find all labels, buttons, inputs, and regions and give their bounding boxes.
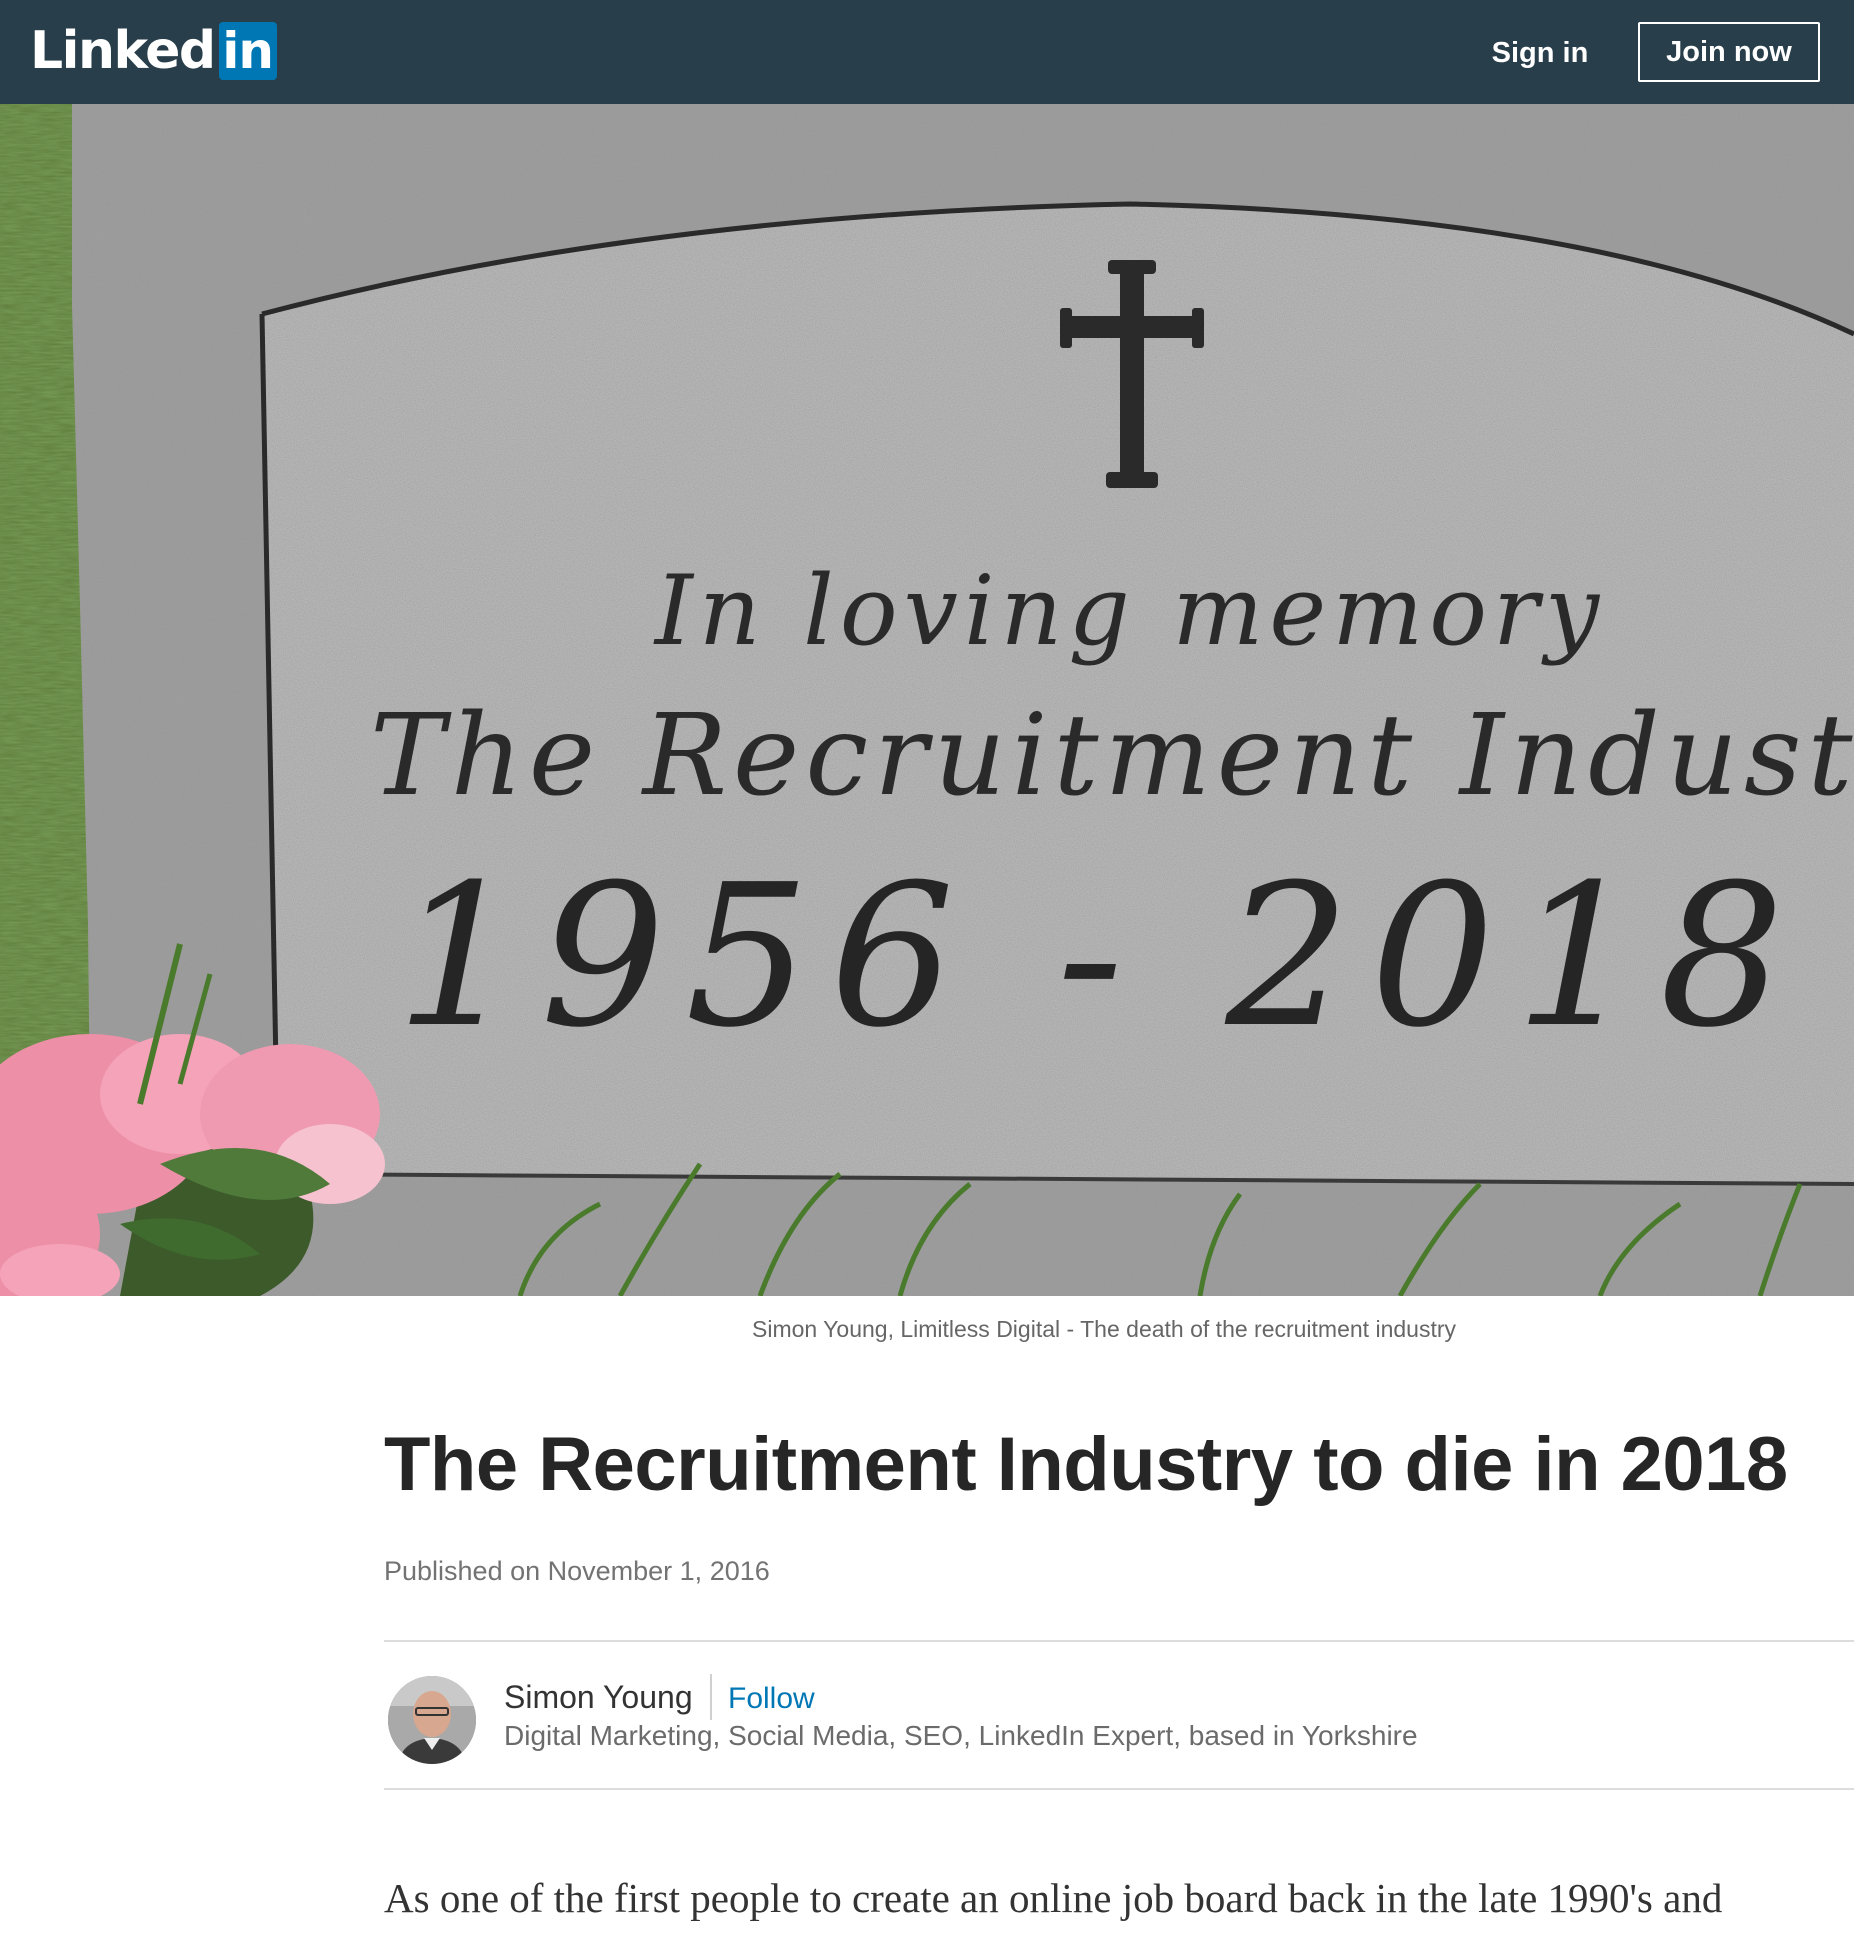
article-cover-image: In loving memory The Recruitment Industr…	[0, 104, 1854, 1296]
sign-in-link[interactable]: Sign in	[1480, 28, 1600, 78]
inscription-line-1: In loving memory	[653, 555, 1605, 667]
inscription-years: 1956 - 2018	[396, 843, 1804, 1071]
author-name[interactable]: Simon Young	[504, 1676, 693, 1718]
logo-wordmark: Linked	[30, 21, 216, 81]
author-headline: Digital Marketing, Social Media, SEO, Li…	[504, 1720, 1418, 1751]
image-caption: Simon Young, Limitless Digital - The dea…	[752, 1316, 1456, 1342]
logo-in-box: in	[218, 22, 277, 80]
follow-button[interactable]: Follow	[728, 1678, 815, 1720]
linkedin-logo[interactable]: Linked in	[30, 22, 277, 80]
article-title: The Recruitment Industry to die in 2018	[384, 1422, 1788, 1507]
article-body-first-line: As one of the first people to create an …	[384, 1875, 1723, 1921]
divider-top	[384, 1640, 1854, 1642]
inscription-line-2: The Recruitment Industry	[370, 691, 1854, 821]
top-navigation-bar: Linked in Sign in Join now	[0, 0, 1854, 104]
published-date: Published on November 1, 2016	[384, 1556, 770, 1586]
join-now-button[interactable]: Join now	[1638, 22, 1820, 82]
name-follow-separator	[710, 1674, 712, 1720]
divider-bottom	[384, 1788, 1854, 1790]
author-avatar[interactable]	[388, 1676, 476, 1764]
